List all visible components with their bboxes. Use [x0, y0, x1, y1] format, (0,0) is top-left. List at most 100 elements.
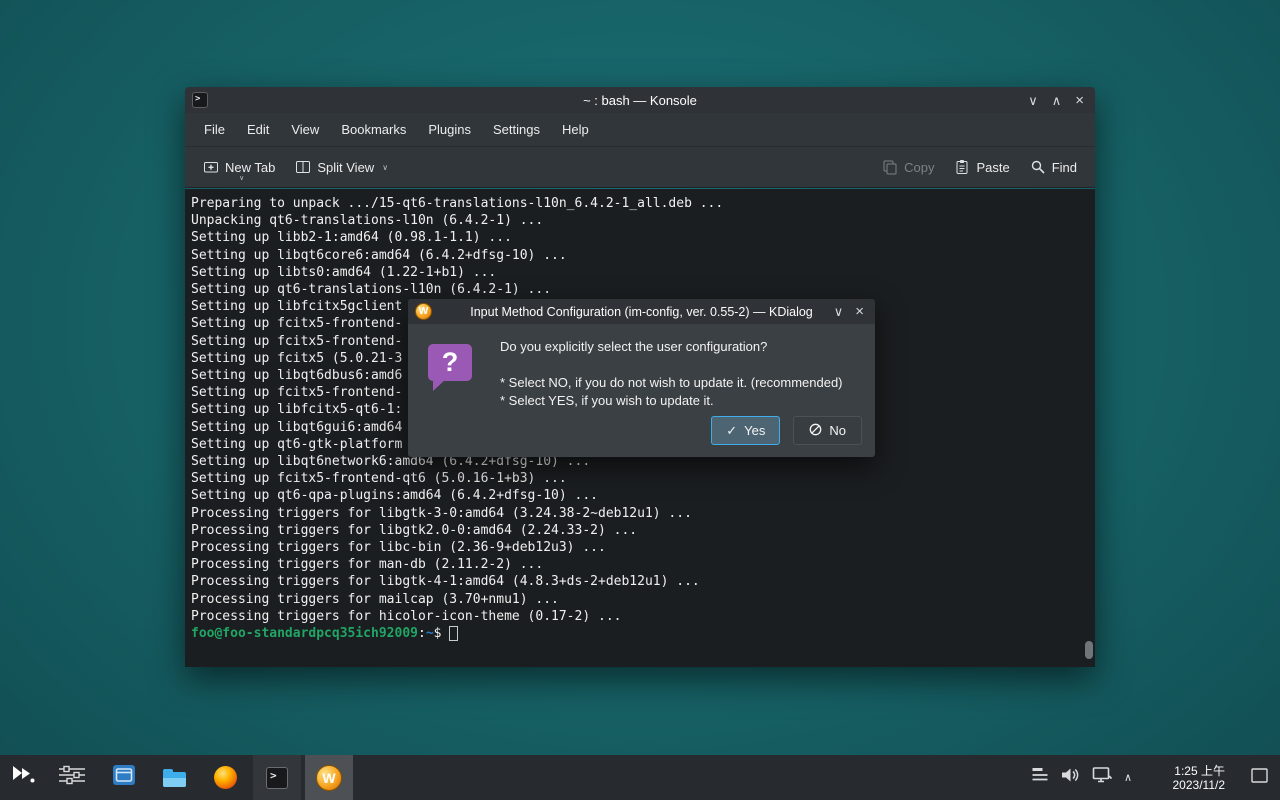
terminal-prompt: foo@foo-standardpcq35ich92009:~$ — [191, 625, 1081, 642]
folder-icon — [163, 772, 186, 787]
terminal-line: Processing triggers for hicolor-icon-the… — [191, 608, 1081, 625]
window-title: ~ : bash — Konsole — [185, 93, 1095, 108]
copy-button: Copy — [874, 153, 942, 181]
question-icon: ? — [428, 344, 472, 381]
konsole-menubar: File Edit View Bookmarks Plugins Setting… — [185, 113, 1095, 147]
firefox-button[interactable] — [201, 755, 249, 800]
prompt-dollar: $ — [434, 625, 442, 642]
terminal-cursor — [449, 626, 458, 641]
menu-edit[interactable]: Edit — [236, 117, 280, 142]
expand-tray-button[interactable]: ∧ — [1116, 755, 1140, 800]
terminal-line: Processing triggers for libgtk-4-1:amd64… — [191, 573, 1081, 590]
find-label: Find — [1052, 160, 1077, 175]
file-manager-button[interactable] — [150, 755, 198, 800]
terminal-line: Setting up qt6-qpa-plugins:amd64 (6.4.2+… — [191, 487, 1081, 504]
terminal-line: Processing triggers for libgtk-3-0:amd64… — [191, 505, 1081, 522]
yes-button-label: Yes — [744, 423, 765, 438]
prompt-user-host: foo@foo-standardpcq35ich92009 — [191, 625, 418, 642]
display-tray-button[interactable] — [1088, 755, 1116, 800]
scrollbar-thumb[interactable] — [1085, 641, 1093, 659]
dialog-question-text: Do you explicitly select the user config… — [500, 338, 865, 356]
kdialog-app-icon: W — [415, 303, 432, 320]
terminal-line: Setting up libqt6core6:amd64 (6.4.2+dfsg… — [191, 247, 1081, 264]
application-launcher-icon — [11, 763, 37, 792]
check-icon: ✓ — [726, 423, 737, 439]
terminal-scrollbar[interactable] — [1085, 193, 1093, 663]
volume-icon — [1061, 766, 1080, 789]
menu-help[interactable]: Help — [551, 117, 600, 142]
new-tab-label: New Tab — [225, 160, 275, 175]
application-launcher-button[interactable] — [6, 755, 42, 800]
no-button[interactable]: No — [793, 416, 862, 445]
clock-date: 2023/11/2 — [1173, 778, 1226, 792]
chevron-up-icon: ∧ — [1124, 771, 1132, 784]
terminal-line: Preparing to unpack .../15-qt6-translati… — [191, 195, 1081, 212]
kdialog-taskbar-button[interactable]: W — [305, 755, 353, 800]
split-view-button[interactable]: Split View ∨ — [287, 153, 396, 181]
no-button-label: No — [829, 423, 846, 438]
konsole-toolbar: New Tab ∨ Split View ∨ Copy — [185, 147, 1095, 188]
show-desktop-icon — [1251, 768, 1268, 788]
kdialog-window: W Input Method Configuration (im-config,… — [408, 299, 875, 457]
terminal-line: Setting up qt6-translations-l10n (6.4.2-… — [191, 281, 1081, 298]
kdialog-titlebar[interactable]: W Input Method Configuration (im-config,… — [408, 299, 875, 324]
display-icon — [1092, 766, 1112, 789]
find-icon — [1030, 159, 1046, 175]
konsole-taskbar-button[interactable]: > — [253, 755, 301, 800]
kdialog-more-actions-icon[interactable]: ∨ — [834, 305, 844, 318]
terminal-line: Unpacking qt6-translations-l10n (6.4.2-1… — [191, 212, 1081, 229]
terminal-line: Processing triggers for mailcap (3.70+nm… — [191, 591, 1081, 608]
menu-view[interactable]: View — [280, 117, 330, 142]
notifications-icon — [1031, 766, 1049, 789]
prompt-colon: : — [418, 625, 426, 642]
konsole-taskbar-icon: > — [266, 767, 288, 789]
prompt-path: ~ — [426, 625, 434, 642]
konsole-titlebar[interactable]: > ~ : bash — Konsole ∨ ∧ × — [185, 87, 1095, 113]
dialog-option-yes-text: * Select YES, if you wish to update it. — [500, 392, 865, 410]
desktop: > ~ : bash — Konsole ∨ ∧ × File Edit Vie… — [0, 0, 1280, 800]
find-button[interactable]: Find — [1022, 153, 1085, 181]
paste-icon — [954, 159, 970, 175]
split-view-dropdown-icon[interactable]: ∨ — [382, 163, 388, 172]
konsole-glyph: > — [192, 92, 208, 108]
new-tab-icon — [203, 159, 219, 175]
terminal-line: Processing triggers for libc-bin (2.36-9… — [191, 539, 1081, 556]
kdialog-logo: W — [415, 303, 432, 320]
dialog-option-no-text: * Select NO, if you do not wish to updat… — [500, 374, 865, 392]
split-view-label: Split View — [317, 160, 374, 175]
digital-clock[interactable]: 1:25 上午 2023/11/2 — [1173, 755, 1226, 800]
konsole-app-icon: > — [192, 92, 208, 108]
maximize-button[interactable]: ∧ — [1052, 94, 1062, 107]
kdialog-close-button[interactable]: × — [855, 304, 864, 319]
firefox-icon — [214, 766, 237, 789]
close-button[interactable]: × — [1075, 93, 1084, 108]
menu-bookmarks[interactable]: Bookmarks — [330, 117, 417, 142]
blue-app-icon — [112, 763, 136, 792]
taskbar: > W — [0, 755, 1280, 800]
new-tab-button[interactable]: New Tab ∨ — [195, 153, 283, 181]
no-entry-icon — [809, 423, 822, 439]
terminal-line: Processing triggers for man-db (2.11.2-2… — [191, 556, 1081, 573]
notifications-tray-button[interactable] — [1026, 755, 1054, 800]
menu-plugins[interactable]: Plugins — [417, 117, 482, 142]
sliders-icon — [58, 765, 86, 790]
show-desktop-button[interactable] — [1251, 755, 1268, 800]
yes-button[interactable]: ✓ Yes — [711, 416, 780, 445]
paste-button[interactable]: Paste — [946, 153, 1017, 181]
kdialog-body: ? Do you explicitly select the user conf… — [408, 324, 875, 457]
copy-label: Copy — [904, 160, 934, 175]
menu-settings[interactable]: Settings — [482, 117, 551, 142]
terminal-line: Setting up libts0:amd64 (1.22-1+b1) ... — [191, 264, 1081, 281]
clock-time: 1:25 上午 — [1174, 764, 1225, 778]
menu-file[interactable]: File — [193, 117, 236, 142]
paste-label: Paste — [976, 160, 1009, 175]
volume-tray-button[interactable] — [1056, 755, 1084, 800]
terminal-line: Setting up libb2-1:amd64 (0.98.1-1.1) ..… — [191, 229, 1081, 246]
kdialog-taskbar-icon: W — [316, 765, 342, 791]
taskbar-app-blue-window[interactable] — [100, 755, 148, 800]
split-view-icon — [295, 159, 311, 175]
new-tab-dropdown-icon[interactable]: ∨ — [239, 174, 244, 182]
minimize-button[interactable]: ∨ — [1028, 94, 1038, 107]
copy-icon — [882, 159, 898, 175]
task-manager-settings-button[interactable] — [52, 755, 92, 800]
